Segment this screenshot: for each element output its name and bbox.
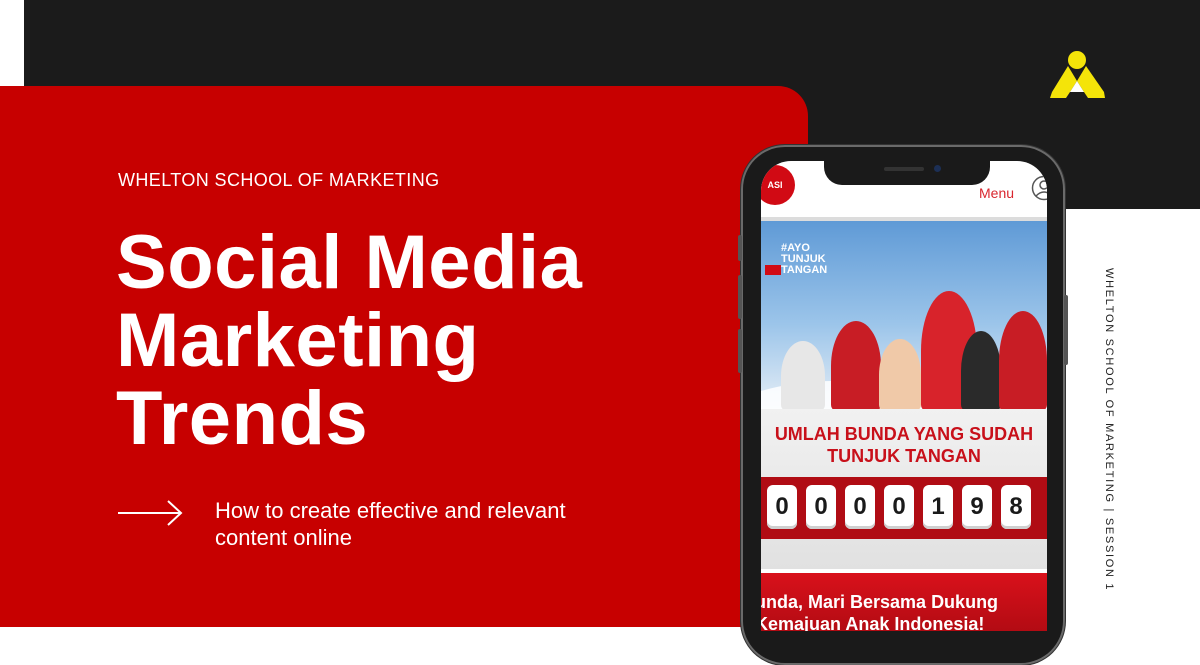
title-line-1: Social Media: [116, 220, 583, 305]
phone-volume-down-button: [738, 329, 742, 373]
subtitle: How to create effective and relevant con…: [215, 498, 566, 550]
triangle-logo-icon: [1050, 51, 1105, 98]
child-figure: [781, 341, 825, 409]
vertical-session-label: WHELTON SCHOOL OF MARKETING | SESSION 1: [1103, 268, 1115, 592]
speaker-grille: [884, 167, 924, 171]
counter-digits: 0 0 0 0 1 9 8: [761, 477, 1047, 539]
phone-screen: ASI Menu #AYO TUNJUK TANGAN UMLAH BUNDA …: [761, 161, 1047, 631]
counter-digit: 1: [923, 485, 953, 529]
counter-digit: 0: [806, 485, 836, 529]
banner-tag-badge: [765, 265, 781, 275]
child-figure: [831, 321, 881, 409]
counter-section: UMLAH BUNDA YANG SUDAH TUNJUK TANGAN 0 0…: [761, 409, 1047, 569]
phone-mockup: ASI Menu #AYO TUNJUK TANGAN UMLAH BUNDA …: [738, 145, 1068, 665]
hero-banner[interactable]: #AYO TUNJUK TANGAN: [761, 221, 1047, 409]
phone-notch: [824, 161, 990, 185]
counter-digit: 8: [1001, 485, 1031, 529]
bottom-banner: unda, Mari Bersama Dukung Kemajuan Anak …: [761, 573, 1047, 631]
child-figure: [961, 331, 1001, 409]
title-line-2: Marketing: [116, 298, 480, 383]
bottom-banner-line-2: Kemajuan Anak Indonesia!: [761, 614, 985, 631]
child-figure: [879, 339, 921, 409]
user-icon[interactable]: [1031, 175, 1047, 201]
counter-heading-line-2: TUNJUK TANGAN: [827, 446, 981, 466]
phone-power-button: [1064, 295, 1068, 365]
phone-side-button: [738, 235, 742, 261]
counter-digit: 0: [767, 485, 797, 529]
counter-digit: 0: [845, 485, 875, 529]
counter-heading-line-1: UMLAH BUNDA YANG SUDAH: [774, 424, 1034, 444]
school-name: WHELTON SCHOOL OF MARKETING: [118, 170, 440, 190]
banner-tag: #AYO TUNJUK TANGAN: [781, 242, 828, 276]
counter-heading: UMLAH BUNDA YANG SUDAH TUNJUK TANGAN: [761, 423, 1047, 467]
phone-volume-up-button: [738, 275, 742, 319]
app-logo[interactable]: ASI: [761, 165, 795, 205]
bottom-banner-line-1: unda, Mari Bersama Dukung: [761, 592, 999, 612]
arrow-right-icon: [118, 500, 183, 526]
front-camera: [934, 165, 941, 172]
bottom-banner-text: unda, Mari Bersama Dukung Kemajuan Anak …: [761, 591, 1047, 631]
counter-digit: 0: [884, 485, 914, 529]
child-figure: [999, 311, 1047, 409]
counter-digit: 9: [962, 485, 992, 529]
page-title: Social Media Marketing Trends: [116, 224, 582, 458]
menu-button[interactable]: Menu: [979, 185, 1014, 201]
title-line-3: Trends: [116, 376, 369, 461]
